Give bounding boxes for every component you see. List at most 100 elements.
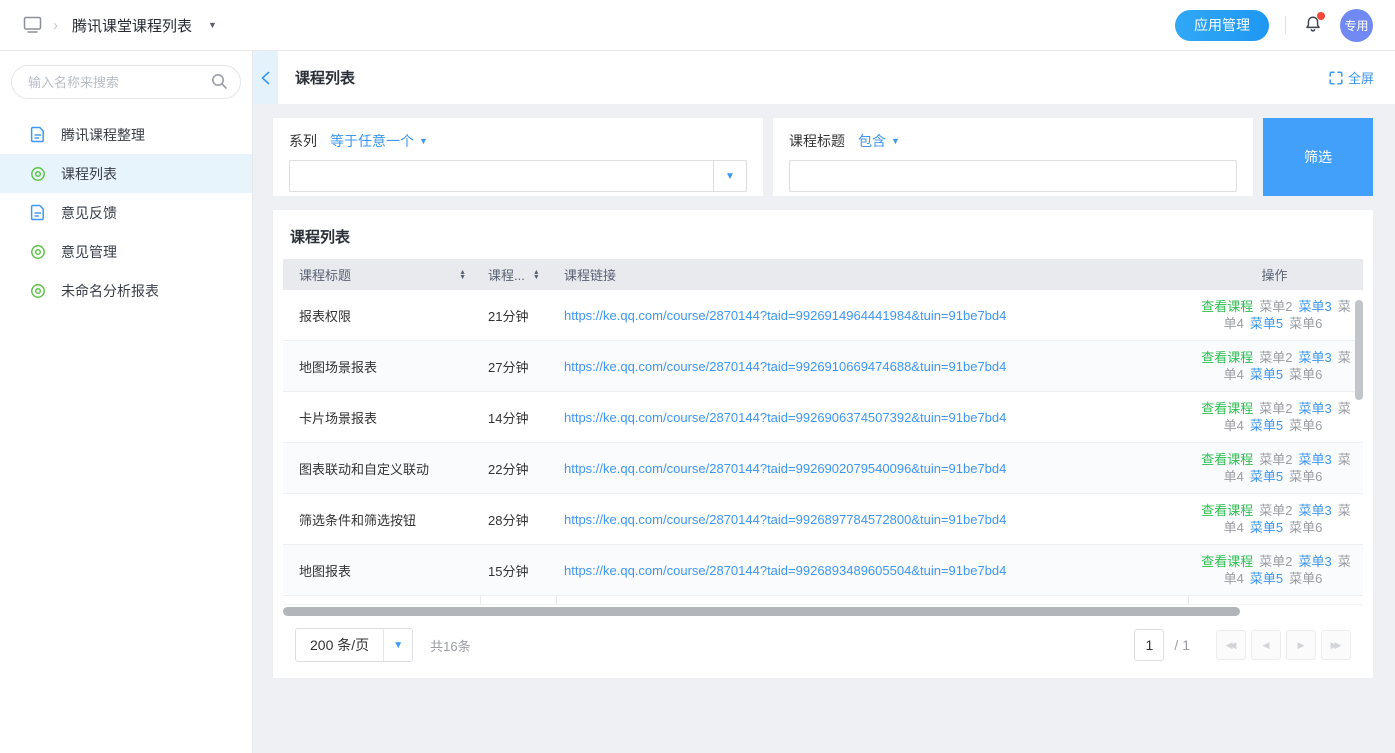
cell-course-link: https://ke.qq.com/course/2870144?taid=99… xyxy=(556,512,1186,527)
action-查看课程[interactable]: 查看课程 xyxy=(1201,401,1253,416)
breadcrumb-title[interactable]: 腾讯课堂课程列表 xyxy=(72,15,192,36)
table-title: 课程列表 xyxy=(290,226,1356,247)
action-菜单2[interactable]: 菜单2 xyxy=(1259,401,1292,416)
sidebar-item-腾讯课程整理[interactable]: 腾讯课程整理 xyxy=(0,115,252,154)
action-菜单3[interactable]: 菜单3 xyxy=(1299,401,1332,416)
filter-series-select[interactable]: ▼ xyxy=(289,160,747,192)
total-count-label: 共16条 xyxy=(430,636,470,655)
back-chevron-button[interactable] xyxy=(254,51,278,104)
action-菜单5[interactable]: 菜单5 xyxy=(1250,571,1283,586)
cell-course-link: https://ke.qq.com/course/2870144?taid=99… xyxy=(556,359,1186,374)
first-page-button[interactable]: ◀◀ xyxy=(1216,630,1246,660)
action-查看课程[interactable]: 查看课程 xyxy=(1201,554,1253,569)
topbar: › 腾讯课堂课程列表 ▼ 应用管理 专用 xyxy=(0,0,1395,51)
cell-course-title: 卡片场景报表 xyxy=(283,408,480,427)
sidebar-item-label: 未命名分析报表 xyxy=(61,281,159,301)
fullscreen-button[interactable]: 全屏 xyxy=(1329,51,1374,104)
course-link[interactable]: https://ke.qq.com/course/2870144?taid=99… xyxy=(564,359,1006,374)
course-link[interactable]: https://ke.qq.com/course/2870144?taid=99… xyxy=(564,461,1006,476)
action-菜单3[interactable]: 菜单3 xyxy=(1299,299,1332,314)
monitor-icon[interactable] xyxy=(22,15,43,35)
last-page-button[interactable]: ▶▶ xyxy=(1321,630,1351,660)
action-菜单2[interactable]: 菜单2 xyxy=(1259,299,1292,314)
vertical-scrollbar-thumb[interactable] xyxy=(1355,300,1363,400)
sidebar-item-意见管理[interactable]: 意见管理 xyxy=(0,232,252,271)
action-菜单6[interactable]: 菜单6 xyxy=(1289,316,1322,331)
title-caret-down-icon[interactable]: ▼ xyxy=(208,20,217,30)
action-菜单6[interactable]: 菜单6 xyxy=(1289,418,1322,433)
page-size-value: 200 条/页 xyxy=(296,629,383,661)
action-菜单6[interactable]: 菜单6 xyxy=(1289,571,1322,586)
cell-course-link: https://ke.qq.com/course/2870144?taid=99… xyxy=(556,563,1186,578)
sort-icon[interactable]: ▲▼ xyxy=(459,270,466,280)
action-菜单3[interactable]: 菜单3 xyxy=(1299,452,1332,467)
sidebar-item-未命名分析报表[interactable]: 未命名分析报表 xyxy=(0,271,252,310)
action-菜单5[interactable]: 菜单5 xyxy=(1250,316,1283,331)
sidebar-item-意见反馈[interactable]: 意见反馈 xyxy=(0,193,252,232)
cell-actions: 查看课程菜单2菜单3菜单4菜单5菜单6 xyxy=(1186,349,1363,383)
select-caret-down-icon[interactable]: ▼ xyxy=(713,161,746,191)
horizontal-scrollbar-thumb[interactable] xyxy=(283,607,1240,616)
cell-course-link: https://ke.qq.com/course/2870144?taid=99… xyxy=(556,308,1186,323)
action-菜单2[interactable]: 菜单2 xyxy=(1259,554,1292,569)
action-菜单2[interactable]: 菜单2 xyxy=(1259,503,1292,518)
action-菜单6[interactable]: 菜单6 xyxy=(1289,520,1322,535)
app-manage-button[interactable]: 应用管理 xyxy=(1175,10,1269,41)
cell-actions: 查看课程菜单2菜单3菜单4菜单5菜单6 xyxy=(1186,553,1363,587)
sidebar-item-label: 课程列表 xyxy=(61,164,117,184)
action-菜单5[interactable]: 菜单5 xyxy=(1250,367,1283,382)
document-icon xyxy=(30,204,46,221)
action-菜单3[interactable]: 菜单3 xyxy=(1299,554,1332,569)
page-size-select[interactable]: 200 条/页 ▼ xyxy=(295,628,413,662)
action-查看课程[interactable]: 查看课程 xyxy=(1201,299,1253,314)
filter-course-title-input[interactable] xyxy=(789,160,1237,192)
sidebar-item-课程列表[interactable]: 课程列表 xyxy=(0,154,252,193)
table-body: 报表权限 21分钟 https://ke.qq.com/course/28701… xyxy=(283,290,1363,596)
course-link[interactable]: https://ke.qq.com/course/2870144?taid=99… xyxy=(564,308,1006,323)
action-查看课程[interactable]: 查看课程 xyxy=(1201,350,1253,365)
action-菜单6[interactable]: 菜单6 xyxy=(1289,367,1322,382)
table-row-partial xyxy=(283,596,1363,605)
sort-icon[interactable]: ▲▼ xyxy=(533,270,540,280)
cell-course-title: 地图报表 xyxy=(283,561,480,580)
action-菜单3[interactable]: 菜单3 xyxy=(1299,503,1332,518)
filter-series-operator[interactable]: 等于任意一个 ▼ xyxy=(330,131,428,151)
cell-course-duration: 22分钟 xyxy=(480,459,556,478)
filter-series-label: 系列 xyxy=(289,131,317,151)
horizontal-scrollbar xyxy=(283,607,1363,616)
page-header: 课程列表 全屏 xyxy=(254,51,1395,104)
search-input[interactable] xyxy=(11,65,241,99)
caret-down-icon: ▼ xyxy=(891,136,900,146)
action-查看课程[interactable]: 查看课程 xyxy=(1201,452,1253,467)
table-row: 地图场景报表 27分钟 https://ke.qq.com/course/287… xyxy=(283,341,1363,392)
action-菜单5[interactable]: 菜单5 xyxy=(1250,520,1283,535)
cell-course-title: 筛选条件和筛选按钮 xyxy=(283,510,480,529)
cell-actions: 查看课程菜单2菜单3菜单4菜单5菜单6 xyxy=(1186,400,1363,434)
course-link[interactable]: https://ke.qq.com/course/2870144?taid=99… xyxy=(564,410,1006,425)
action-菜单6[interactable]: 菜单6 xyxy=(1289,469,1322,484)
search-icon[interactable] xyxy=(211,73,228,90)
cell-course-title: 图表联动和自定义联动 xyxy=(283,459,480,478)
avatar[interactable]: 专用 xyxy=(1340,9,1373,42)
notification-bell-icon[interactable] xyxy=(1302,14,1324,36)
breadcrumb-chevron-icon: › xyxy=(53,17,58,34)
action-菜单2[interactable]: 菜单2 xyxy=(1259,350,1292,365)
action-查看课程[interactable]: 查看课程 xyxy=(1201,503,1253,518)
course-link[interactable]: https://ke.qq.com/course/2870144?taid=99… xyxy=(564,512,1006,527)
cell-course-duration: 21分钟 xyxy=(480,306,556,325)
filter-course-title-operator-label: 包含 xyxy=(858,131,886,151)
fullscreen-label: 全屏 xyxy=(1348,68,1374,87)
course-link[interactable]: https://ke.qq.com/course/2870144?taid=99… xyxy=(564,563,1006,578)
filter-submit-button[interactable]: 筛选 xyxy=(1263,118,1373,196)
action-菜单5[interactable]: 菜单5 xyxy=(1250,469,1283,484)
notification-dot xyxy=(1317,12,1325,20)
filter-course-title-operator[interactable]: 包含 ▼ xyxy=(858,131,900,151)
action-菜单2[interactable]: 菜单2 xyxy=(1259,452,1292,467)
filter-course-title: 课程标题 包含 ▼ xyxy=(773,118,1253,196)
prev-page-button[interactable]: ◀ xyxy=(1251,630,1281,660)
action-菜单5[interactable]: 菜单5 xyxy=(1250,418,1283,433)
action-菜单3[interactable]: 菜单3 xyxy=(1299,350,1332,365)
next-page-button[interactable]: ▶ xyxy=(1286,630,1316,660)
page-number-input[interactable] xyxy=(1134,629,1164,661)
caret-down-icon: ▼ xyxy=(419,136,428,146)
